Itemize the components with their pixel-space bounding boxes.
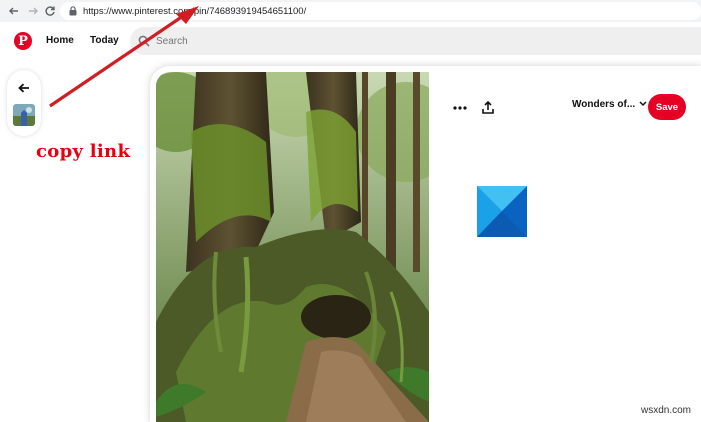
board-thumbnail[interactable] [13, 104, 35, 126]
site-header: P Home Today [0, 22, 701, 62]
chevron-down-icon [639, 99, 647, 110]
watermark: wsxdn.com [640, 405, 691, 416]
save-button[interactable]: Save [648, 94, 686, 120]
board-select[interactable]: Wonders of... [572, 99, 647, 110]
search-icon [138, 35, 150, 47]
search-bar[interactable] [130, 27, 701, 55]
share-icon[interactable] [478, 96, 498, 118]
browser-toolbar: https://www.pinterest.com/pin/7468939194… [0, 0, 701, 22]
back-arrow-icon[interactable] [7, 74, 41, 102]
more-options-icon[interactable] [448, 98, 472, 118]
side-rail [7, 70, 41, 136]
arrow-left-icon[interactable] [6, 3, 22, 19]
search-input[interactable] [154, 34, 458, 48]
arrow-right-icon[interactable] [25, 3, 41, 19]
pin-image[interactable] [156, 72, 429, 422]
lock-icon [66, 6, 80, 16]
url-text[interactable]: https://www.pinterest.com/pin/7468939194… [83, 6, 306, 17]
pin-card: Wonders of... Save [150, 66, 701, 422]
pinterest-logo[interactable]: P [14, 32, 32, 50]
address-bar[interactable]: https://www.pinterest.com/pin/7468939194… [60, 2, 701, 20]
reload-icon[interactable] [42, 3, 58, 19]
windows-logo-icon [477, 186, 527, 237]
copy-link-annotation: copy link [36, 141, 131, 162]
nav-today[interactable]: Today [90, 35, 119, 46]
board-name: Wonders of... [572, 99, 636, 110]
nav-home[interactable]: Home [46, 35, 74, 46]
